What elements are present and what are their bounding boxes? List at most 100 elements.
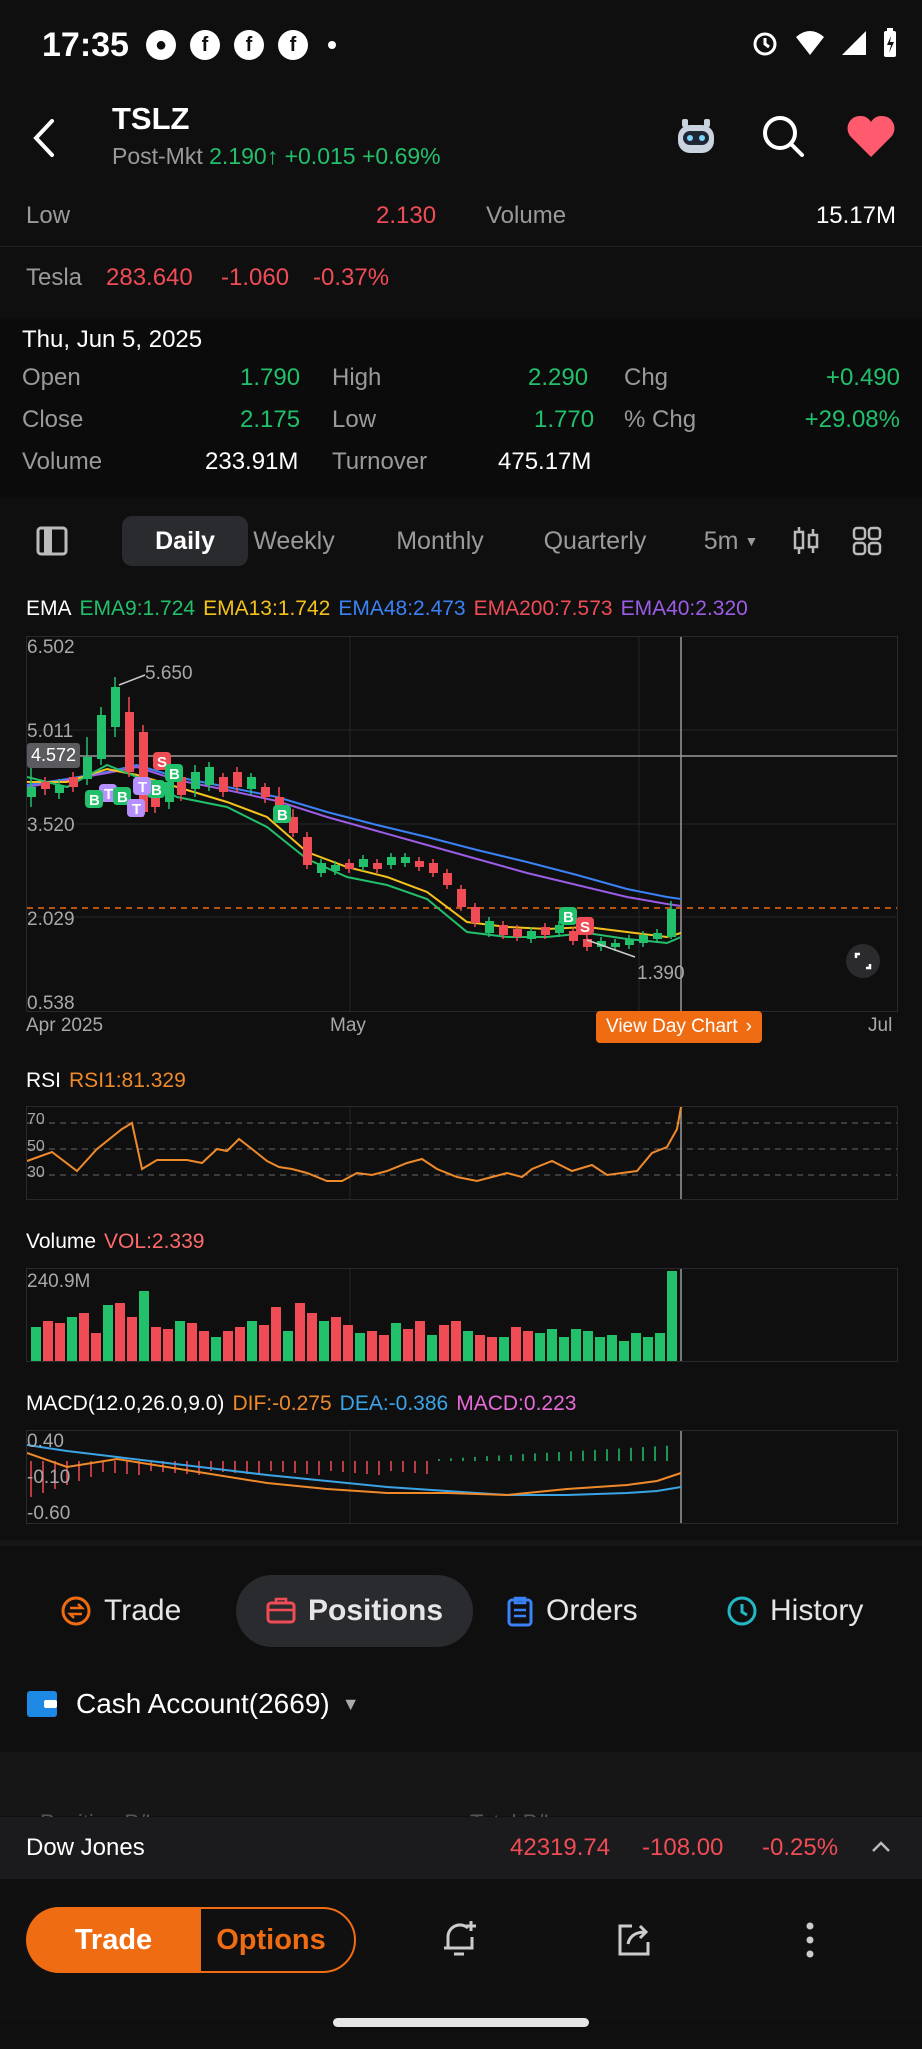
view-day-chart-label: View Day Chart (606, 1016, 738, 1037)
svg-text:B: B (169, 766, 180, 783)
low-label: Low (26, 202, 71, 229)
tab-monthly[interactable]: Monthly (378, 516, 502, 566)
underlying-change: -1.060 (221, 264, 290, 291)
ema-legend[interactable]: EMA EMA9:1.724 EMA13:1.742 EMA48:2.473 EMA20… (26, 597, 756, 621)
status-bar: 17:35 ● f f f (0, 0, 922, 95)
crosshair-price-label: 4.572 (27, 743, 81, 768)
tab-orders-label: Orders (546, 1594, 638, 1627)
fullscreen-icon[interactable] (845, 943, 881, 979)
robot-assistant-icon[interactable] (672, 113, 720, 161)
detail-date: Thu, Jun 5, 2025 (22, 326, 203, 353)
svg-text:B: B (151, 782, 162, 799)
volume-indicator-value: VOL:2.339 (104, 1230, 205, 1253)
y-axis-label: 2.029 (27, 909, 75, 930)
account-selector[interactable]: Cash Account(2669) ▼ (26, 1688, 360, 1720)
positions-summary: Position P/L Total P/L (0, 1752, 922, 1835)
rsi-level: 70 (27, 1111, 45, 1128)
close-label: Close (22, 406, 84, 433)
trade-button[interactable]: Trade (26, 1907, 201, 1973)
ema200-value: EMA200:7.573 (473, 597, 613, 620)
rsi-value: RSI1:81.329 (69, 1069, 186, 1092)
volume-title: Volume (26, 1230, 97, 1253)
macd-title: MACD(12.0,26.0,9.0) (26, 1392, 225, 1415)
tab-history-label: History (770, 1594, 864, 1627)
back-arrow-icon[interactable] (24, 113, 64, 163)
sidebar-toggle-icon[interactable] (36, 526, 68, 556)
tab-positions[interactable]: Positions (236, 1575, 474, 1647)
y-axis-label: 5.011 (27, 721, 74, 742)
open-label: Open (22, 364, 81, 391)
chg-value: +0.490 (825, 364, 900, 391)
volume-value: 15.17M (815, 202, 896, 229)
turnover-label: Turnover (332, 448, 428, 475)
more-options-icon[interactable] (800, 1920, 820, 1960)
y-axis-label: 0.538 (27, 993, 75, 1014)
svg-text:S: S (580, 919, 590, 936)
post-market-change-pct: +0.69% (361, 143, 441, 169)
volume-legend[interactable]: Volume VOL:2.339 (26, 1230, 212, 1254)
facebook-icon: f (190, 30, 220, 60)
index-ticker-bar[interactable]: Dow Jones 42319.74 -108.00 -0.25% (0, 1817, 922, 1879)
battery-icon (884, 28, 896, 57)
underlying-change-pct: -0.37% (313, 264, 390, 291)
volume-chart[interactable]: 240.9M (26, 1268, 898, 1362)
options-button[interactable]: Options (186, 1907, 356, 1973)
tab-interval[interactable]: 5m ▼ (696, 516, 766, 566)
index-name: Dow Jones (26, 1834, 145, 1861)
tab-quarterly[interactable]: Quarterly (530, 516, 660, 566)
y-axis-label: 3.520 (27, 815, 75, 836)
volume-max-label: 240.9M (27, 1271, 91, 1292)
macd-legend[interactable]: MACD(12.0,26.0,9.0) DIF:-0.275 DEA:-0.386 M… (26, 1392, 584, 1416)
high-value: 2.290 (528, 364, 589, 391)
x-axis-label: May (330, 1015, 366, 1036)
wifi-icon (796, 31, 824, 55)
rsi-level: 30 (27, 1164, 45, 1181)
price-chart[interactable]: S B B T T B B T B B S 6.502 5.011 4.572 … (26, 636, 898, 1014)
post-market-quote: Post-Mkt 2.190↑ +0.015 +0.69% (112, 143, 441, 170)
tab-history[interactable]: History (726, 1575, 863, 1647)
facebook-icon: f (278, 30, 308, 60)
ema13-value: EMA13:1.742 (203, 597, 331, 620)
chevron-up-icon[interactable] (870, 1839, 892, 1855)
period-high-marker: 5.650 (145, 663, 193, 684)
trade-icon (61, 1596, 91, 1626)
tab-trade[interactable]: Trade (60, 1575, 181, 1647)
rsi-chart[interactable]: 70 50 30 (26, 1106, 898, 1200)
interval-label: 5m (703, 526, 739, 555)
ticker-symbol: TSLZ (112, 101, 190, 136)
macd-chart[interactable]: 0.40 -0.10 -0.60 (26, 1430, 898, 1524)
macd-y-label: -0.10 (27, 1467, 71, 1488)
macd-dif: DIF:-0.275 (232, 1392, 332, 1415)
section-divider (0, 1540, 922, 1546)
tab-orders[interactable]: Orders (506, 1575, 638, 1647)
underlying-price: 283.640 (106, 264, 193, 291)
low-value: 1.770 (534, 406, 595, 433)
favorite-heart-icon[interactable] (846, 113, 896, 159)
underlying-quote-row[interactable]: Tesla 283.640 -1.060 -0.37% (26, 248, 896, 304)
caret-down-icon: ▼ (341, 1693, 360, 1714)
period-tabs: Daily Weekly Monthly Quarterly 5m ▼ (0, 510, 922, 572)
turnover-value: 475.17M (498, 448, 592, 475)
price-alert-bell-icon[interactable] (440, 1918, 480, 1960)
grid-layout-icon[interactable] (852, 526, 882, 556)
wallet-icon (27, 1691, 57, 1717)
pct-chg-label: % Chg (624, 406, 697, 433)
low-value: 2.130 (376, 202, 437, 229)
ema40-value: EMA40:2.320 (620, 597, 748, 620)
rsi-legend[interactable]: RSI RSI1:81.329 (26, 1069, 194, 1093)
view-day-chart-button[interactable]: View Day Chart › (596, 1011, 762, 1043)
up-arrow-icon: ↑ (266, 143, 279, 169)
chevron-down-icon: ▼ (744, 533, 759, 549)
macd-y-label: -0.60 (27, 1503, 71, 1524)
home-indicator[interactable] (333, 2018, 589, 2027)
day-volume-value: 233.91M (205, 448, 299, 475)
candlestick-type-icon[interactable] (792, 526, 820, 556)
tab-weekly[interactable]: Weekly (238, 516, 350, 566)
tab-daily[interactable]: Daily (122, 516, 248, 566)
search-icon[interactable] (760, 113, 806, 159)
share-icon[interactable] (614, 1920, 654, 1958)
more-notifications-dot (328, 41, 336, 49)
close-value: 2.175 (240, 406, 301, 433)
account-tabs: Trade Positions Orders History (0, 1575, 922, 1649)
open-value: 1.790 (240, 364, 301, 391)
